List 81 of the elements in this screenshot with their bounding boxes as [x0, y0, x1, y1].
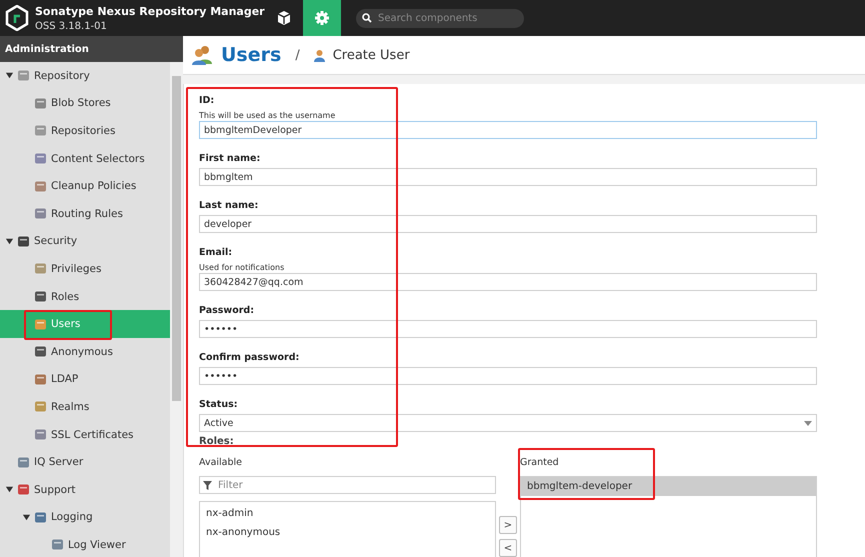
sidebar-item[interactable]: Logging — [0, 504, 170, 532]
field-label: Password: — [199, 305, 256, 316]
search-field[interactable]: Search components — [356, 8, 524, 28]
dropdown-icon — [804, 420, 812, 426]
item-icon — [51, 538, 64, 552]
available-label: Available — [199, 457, 244, 470]
item-icon — [34, 400, 47, 414]
logo-icon — [5, 5, 29, 31]
search-input[interactable]: Search components — [376, 12, 516, 24]
filter-field[interactable]: Filter — [199, 476, 496, 494]
cube-icon — [276, 10, 292, 26]
field-label: Email: — [199, 247, 234, 258]
caret-icon[interactable] — [5, 485, 14, 494]
input-field[interactable]: •••••• — [199, 320, 817, 338]
sidebar-item[interactable]: Content Selectors — [0, 144, 170, 172]
item-icon — [34, 290, 47, 304]
sidebar-item[interactable]: Repositories — [0, 117, 170, 145]
sidebar-title: Administration — [0, 36, 183, 62]
sidebar-item[interactable]: Roles — [0, 282, 170, 310]
item-icon — [34, 207, 47, 220]
item-icon — [17, 69, 30, 82]
caret-icon[interactable] — [5, 71, 14, 80]
sidebar-item[interactable]: Support — [0, 476, 170, 504]
input-field[interactable]: developer — [199, 215, 817, 233]
field-label: First name: — [199, 153, 262, 164]
sidebar-item[interactable]: Routing Rules — [0, 200, 170, 228]
field-label: Confirm password: — [199, 352, 300, 363]
sidebar-item[interactable]: Cleanup Policies — [0, 172, 170, 200]
sidebar-item[interactable]: Realms — [0, 393, 170, 421]
field-label: ID: — [199, 95, 216, 106]
page-title[interactable]: Users — [221, 44, 282, 66]
item-icon — [34, 345, 47, 358]
sidebar-item[interactable]: Security — [0, 228, 170, 256]
sidebar-item[interactable]: Log Viewer — [0, 531, 170, 557]
input-field[interactable]: 360428427@qq.com — [199, 273, 817, 291]
app-title: Sonatype Nexus Repository Manager — [35, 4, 265, 18]
item-icon — [34, 262, 47, 276]
status-select[interactable]: Active — [199, 414, 817, 432]
scrollbar[interactable] — [170, 62, 183, 557]
sidebar-item[interactable]: Blob Stores — [0, 90, 170, 118]
role-option[interactable]: bbmgltem-developer — [521, 477, 816, 496]
item-icon — [17, 456, 30, 469]
input-field[interactable]: •••••• — [199, 367, 817, 385]
item-icon — [34, 124, 47, 138]
item-icon — [17, 234, 30, 248]
search-icon — [362, 13, 372, 23]
field-hint: Used for notifications — [199, 263, 286, 272]
input-field[interactable]: bbmgltemDeveloper — [199, 121, 817, 139]
sidebar-item[interactable]: SSL Certificates — [0, 420, 170, 448]
user-icon — [314, 48, 325, 62]
item-icon — [17, 483, 30, 496]
filter-icon — [203, 480, 212, 490]
add-role-button[interactable]: > — [499, 516, 517, 534]
item-icon — [34, 180, 47, 193]
item-icon — [34, 96, 47, 110]
settings-icon — [314, 10, 330, 26]
sidebar-item[interactable]: Anonymous — [0, 338, 170, 366]
item-icon — [34, 318, 47, 331]
caret-icon[interactable] — [22, 512, 31, 522]
sidebar-item[interactable]: Privileges — [0, 255, 170, 283]
item-icon — [34, 510, 47, 524]
users-icon — [191, 44, 213, 66]
sidebar-item[interactable]: Repository — [0, 62, 170, 90]
item-icon — [34, 152, 47, 166]
roles-label: Roles: — [199, 436, 235, 447]
sidebar-item[interactable]: LDAP — [0, 366, 170, 394]
caret-icon[interactable] — [5, 236, 14, 246]
item-icon — [34, 428, 47, 442]
breadcrumb-current: Create User — [332, 48, 410, 62]
role-option[interactable]: nx-anonymous — [200, 523, 495, 542]
version-label: OSS 3.18.1-01 — [35, 20, 108, 32]
role-option[interactable]: nx-admin — [200, 504, 495, 523]
field-label: Status: — [199, 399, 239, 410]
field-hint: This will be used as the username — [199, 111, 336, 120]
sidebar-item[interactable]: IQ Server — [0, 448, 170, 476]
item-icon — [34, 372, 47, 386]
field-label: Last name: — [199, 200, 260, 211]
remove-role-button[interactable]: < — [499, 539, 517, 557]
granted-label: Granted — [520, 457, 560, 470]
breadcrumb-separator: / — [295, 48, 300, 62]
input-field[interactable]: bbmgltem — [199, 168, 817, 186]
